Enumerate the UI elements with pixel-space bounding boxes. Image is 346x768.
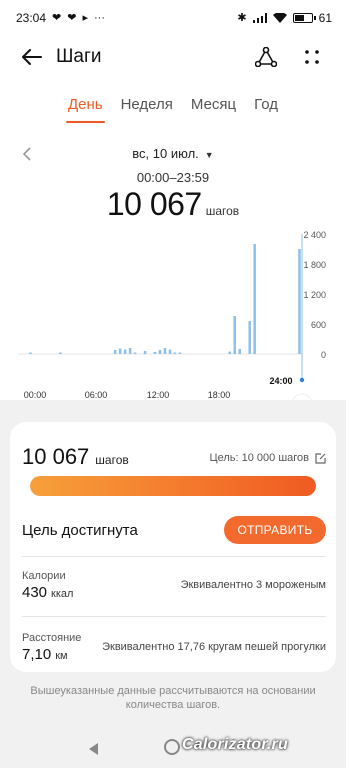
signal-icon <box>252 13 267 23</box>
goal-progress-bar <box>30 476 316 496</box>
calories-equivalent: Эквивалентно 3 мороженым <box>180 579 326 591</box>
chart-bar-4 <box>123 349 127 354</box>
y-tick-label: 0 <box>321 350 326 360</box>
divider <box>22 556 326 557</box>
distance-value: 7,10 <box>22 646 52 663</box>
date-dropdown[interactable]: вс, 10 июл. ▼ <box>0 146 346 161</box>
chart-bar-15 <box>233 316 236 354</box>
heart-icon: ❤ <box>52 11 62 24</box>
nav-back-icon[interactable] <box>86 741 102 757</box>
more-icon <box>305 50 319 64</box>
send-button[interactable]: ОТПРАВИТЬ <box>224 516 326 544</box>
chart-bar-12 <box>173 352 177 354</box>
steps-chart[interactable]: 2 400 1 800 1 200 600 0 00:00 06:00 12:00 18:00 2… <box>0 224 346 410</box>
status-right: ✱ 61 <box>237 11 332 25</box>
x-tick-label-current: 24:00 <box>269 376 292 386</box>
x-tick-label: 00:00 <box>24 390 47 400</box>
y-tick-label: 2 400 <box>303 230 326 240</box>
total-steps: 10 067 шагов <box>0 186 346 223</box>
calories-unit: ккал <box>51 588 74 600</box>
wifi-icon <box>272 13 287 23</box>
heart-icon: ❤ <box>67 11 77 24</box>
chart-bar-1 <box>59 352 62 354</box>
goal-progress-fill <box>30 476 316 496</box>
date-label: вс, 10 июл. <box>132 146 199 161</box>
chart-bar-2 <box>113 350 117 354</box>
period-tabs: День Неделя Месяц Год <box>0 92 346 123</box>
calories-value-group: 430 ккал <box>22 584 73 601</box>
more-button[interactable] <box>300 45 324 69</box>
goal-label: Цель: 10 000 шагов <box>209 452 309 464</box>
status-bar: 23:04 ❤ ❤ ▸ ··· ✱ 61 <box>0 0 346 36</box>
card-steps: 10 067 шагов <box>22 444 129 470</box>
total-steps-unit: шагов <box>205 204 240 218</box>
steps-bar-chart[interactable]: 2 400 1 800 1 200 600 0 00:00 06:00 12:00 18:00 2… <box>0 224 346 410</box>
chart-bar-10 <box>163 348 167 354</box>
back-button[interactable] <box>18 43 46 71</box>
chart-bar-13 <box>178 352 182 354</box>
total-steps-value: 10 067 <box>106 186 202 222</box>
tab-1[interactable]: Неделя <box>115 92 179 117</box>
status-left: 23:04 ❤ ❤ ▸ ··· <box>16 11 105 25</box>
card-steps-value: 10 067 <box>22 444 90 469</box>
calories-label: Калории <box>22 570 66 582</box>
divider <box>22 616 326 617</box>
chart-bar-14 <box>228 351 231 354</box>
navigation-bar: Calorizator.ru <box>0 732 346 768</box>
chart-bar-3 <box>118 348 122 354</box>
distance-value-group: 7,10 км <box>22 646 68 663</box>
calories-value: 430 <box>22 584 48 601</box>
chart-bar-17 <box>248 321 251 354</box>
chart-bar-11 <box>168 349 172 354</box>
status-time: 23:04 <box>16 11 47 25</box>
chart-bar-0 <box>29 352 32 354</box>
play-icon: ▸ <box>82 11 88 24</box>
tab-3[interactable]: Год <box>248 92 284 117</box>
tab-2[interactable]: Месяц <box>185 92 242 117</box>
share-button[interactable] <box>254 45 278 69</box>
time-range: 00:00–23:59 <box>136 170 210 185</box>
chart-bar-19 <box>298 249 301 354</box>
card-steps-unit: шагов <box>95 453 129 467</box>
goal-setting[interactable]: Цель: 10 000 шагов <box>209 452 326 464</box>
more-dots-icon: ··· <box>94 11 105 24</box>
date-selector: вс, 10 июл. ▼ <box>0 142 346 166</box>
goal-achieved-label: Цель достигнута <box>22 522 138 539</box>
nav-home-icon[interactable] <box>164 739 180 755</box>
edit-icon <box>315 452 326 464</box>
chart-bar-5 <box>128 348 132 354</box>
y-tick-label: 1 200 <box>303 290 326 300</box>
summary-card: 10 067 шагов Цель: 10 000 шагов Цель дос… <box>10 422 336 672</box>
chart-bar-16 <box>238 349 241 354</box>
distance-label: Расстояние <box>22 632 82 644</box>
chart-bar-8 <box>153 352 157 354</box>
y-tick-label: 600 <box>311 320 326 330</box>
chart-cursor-dot <box>299 377 305 383</box>
share-icon <box>255 47 277 67</box>
distance-equivalent: Эквивалентно 17,76 кругам пешей прогулки <box>102 641 326 653</box>
app-bar: Шаги <box>0 36 346 78</box>
battery-icon <box>292 13 316 23</box>
watermark: Calorizator.ru <box>182 736 288 753</box>
x-tick-label: 06:00 <box>85 390 108 400</box>
caret-down-icon: ▼ <box>204 150 214 160</box>
chart-bar-9 <box>158 350 162 354</box>
battery-percent: 61 <box>318 11 332 25</box>
arrow-left-icon <box>22 49 42 65</box>
tab-0[interactable]: День <box>62 92 109 123</box>
chart-bar-7 <box>143 351 147 354</box>
distance-unit: км <box>55 650 68 662</box>
chart-bar-18 <box>253 244 256 354</box>
x-tick-label: 12:00 <box>147 390 170 400</box>
page-title: Шаги <box>56 46 102 67</box>
bluetooth-icon: ✱ <box>237 11 247 24</box>
chart-bar-6 <box>133 352 137 354</box>
x-tick-label: 18:00 <box>208 390 231 400</box>
y-tick-label: 1 800 <box>303 260 326 270</box>
footnote: Вышеуказанные данные рассчитываются на о… <box>30 685 316 711</box>
